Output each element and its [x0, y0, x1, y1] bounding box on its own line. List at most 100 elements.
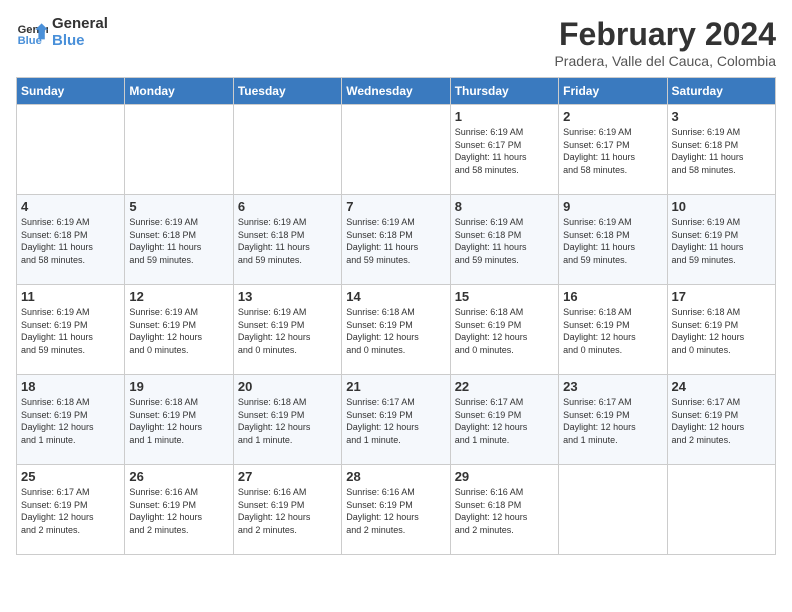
day-cell: 18 Sunrise: 6:18 AM Sunset: 6:19 PM Dayli…	[17, 375, 125, 465]
day-number: 4	[21, 199, 120, 214]
day-cell: 21 Sunrise: 6:17 AM Sunset: 6:19 PM Dayli…	[342, 375, 450, 465]
day-number: 25	[21, 469, 120, 484]
title-section: February 2024 Pradera, Valle del Cauca, …	[554, 16, 776, 69]
day-number: 7	[346, 199, 445, 214]
day-info: Sunrise: 6:19 AM Sunset: 6:17 PM Dayligh…	[563, 126, 662, 176]
day-info: Sunrise: 6:19 AM Sunset: 6:19 PM Dayligh…	[129, 306, 228, 356]
day-number: 28	[346, 469, 445, 484]
day-info: Sunrise: 6:17 AM Sunset: 6:19 PM Dayligh…	[672, 396, 771, 446]
day-number: 21	[346, 379, 445, 394]
logo: General Blue General Blue	[16, 16, 108, 49]
day-number: 23	[563, 379, 662, 394]
day-info: Sunrise: 6:19 AM Sunset: 6:18 PM Dayligh…	[129, 216, 228, 266]
day-info: Sunrise: 6:19 AM Sunset: 6:18 PM Dayligh…	[21, 216, 120, 266]
day-info: Sunrise: 6:16 AM Sunset: 6:19 PM Dayligh…	[346, 486, 445, 536]
day-number: 19	[129, 379, 228, 394]
day-info: Sunrise: 6:18 AM Sunset: 6:19 PM Dayligh…	[563, 306, 662, 356]
day-cell: 22 Sunrise: 6:17 AM Sunset: 6:19 PM Dayli…	[450, 375, 558, 465]
day-cell: 13Sunrise: 6:19 AM Sunset: 6:19 PM Dayli…	[233, 285, 341, 375]
day-cell: 19 Sunrise: 6:18 AM Sunset: 6:19 PM Dayli…	[125, 375, 233, 465]
day-info: Sunrise: 6:19 AM Sunset: 6:18 PM Dayligh…	[672, 126, 771, 176]
day-number: 24	[672, 379, 771, 394]
day-info: Sunrise: 6:17 AM Sunset: 6:19 PM Dayligh…	[455, 396, 554, 446]
day-cell: 7 Sunrise: 6:19 AM Sunset: 6:18 PM Daylig…	[342, 195, 450, 285]
day-info: Sunrise: 6:19 AM Sunset: 6:18 PM Dayligh…	[238, 216, 337, 266]
header-row: SundayMondayTuesdayWednesdayThursdayFrid…	[17, 78, 776, 105]
day-number: 20	[238, 379, 337, 394]
day-cell	[559, 465, 667, 555]
day-number: 17	[672, 289, 771, 304]
day-cell: 3 Sunrise: 6:19 AM Sunset: 6:18 PM Daylig…	[667, 105, 775, 195]
day-number: 1	[455, 109, 554, 124]
day-info: Sunrise: 6:18 AM Sunset: 6:19 PM Dayligh…	[21, 396, 120, 446]
day-cell: 29 Sunrise: 6:16 AM Sunset: 6:18 PM Dayli…	[450, 465, 558, 555]
day-info: Sunrise: 6:18 AM Sunset: 6:19 PM Dayligh…	[672, 306, 771, 356]
day-info: Sunrise: 6:19 AM Sunset: 6:18 PM Dayligh…	[455, 216, 554, 266]
day-info: Sunrise: 6:18 AM Sunset: 6:19 PM Dayligh…	[455, 306, 554, 356]
calendar-table: SundayMondayTuesdayWednesdayThursdayFrid…	[16, 77, 776, 555]
day-number: 6	[238, 199, 337, 214]
day-number: 27	[238, 469, 337, 484]
day-number: 12	[129, 289, 228, 304]
day-cell: 24 Sunrise: 6:17 AM Sunset: 6:19 PM Dayli…	[667, 375, 775, 465]
col-header-friday: Friday	[559, 78, 667, 105]
logo-line2: Blue	[52, 33, 108, 50]
day-number: 8	[455, 199, 554, 214]
week-row-3: 11 Sunrise: 6:19 AM Sunset: 6:19 PM Dayli…	[17, 285, 776, 375]
day-cell: 4 Sunrise: 6:19 AM Sunset: 6:18 PM Daylig…	[17, 195, 125, 285]
day-info: Sunrise: 6:18 AM Sunset: 6:19 PM Dayligh…	[346, 306, 445, 356]
day-cell	[342, 105, 450, 195]
day-cell: 2 Sunrise: 6:19 AM Sunset: 6:17 PM Daylig…	[559, 105, 667, 195]
day-number: 10	[672, 199, 771, 214]
day-cell: 11Sunrise: 6:19 AM Sunset: 6:19 PM Dayli…	[17, 285, 125, 375]
day-cell: 15 Sunrise: 6:18 AM Sunset: 6:19 PM Dayli…	[450, 285, 558, 375]
header: General Blue General Blue February 2024 …	[16, 16, 776, 69]
day-cell: 14Sunrise: 6:18 AM Sunset: 6:19 PM Dayli…	[342, 285, 450, 375]
day-number: 11	[21, 289, 120, 304]
col-header-wednesday: Wednesday	[342, 78, 450, 105]
day-info: Sunrise: 6:19 AM Sunset: 6:18 PM Dayligh…	[346, 216, 445, 266]
day-cell: 16 Sunrise: 6:18 AM Sunset: 6:19 PM Dayli…	[559, 285, 667, 375]
day-cell: 20 Sunrise: 6:18 AM Sunset: 6:19 PM Dayli…	[233, 375, 341, 465]
col-header-saturday: Saturday	[667, 78, 775, 105]
day-cell: 6 Sunrise: 6:19 AM Sunset: 6:18 PM Daylig…	[233, 195, 341, 285]
day-info: Sunrise: 6:16 AM Sunset: 6:19 PM Dayligh…	[129, 486, 228, 536]
day-info: Sunrise: 6:19 AM Sunset: 6:18 PM Dayligh…	[563, 216, 662, 266]
day-info: Sunrise: 6:19 AM Sunset: 6:19 PM Dayligh…	[672, 216, 771, 266]
day-cell	[667, 465, 775, 555]
day-number: 3	[672, 109, 771, 124]
logo-line1: General	[52, 16, 108, 33]
day-info: Sunrise: 6:16 AM Sunset: 6:18 PM Dayligh…	[455, 486, 554, 536]
day-number: 13	[238, 289, 337, 304]
day-number: 29	[455, 469, 554, 484]
day-cell: 9 Sunrise: 6:19 AM Sunset: 6:18 PM Daylig…	[559, 195, 667, 285]
day-cell: 17 Sunrise: 6:18 AM Sunset: 6:19 PM Dayli…	[667, 285, 775, 375]
main-title: February 2024	[554, 16, 776, 53]
day-number: 9	[563, 199, 662, 214]
day-cell: 5Sunrise: 6:19 AM Sunset: 6:18 PM Daylig…	[125, 195, 233, 285]
day-number: 16	[563, 289, 662, 304]
day-cell: 23Sunrise: 6:17 AM Sunset: 6:19 PM Dayli…	[559, 375, 667, 465]
day-info: Sunrise: 6:18 AM Sunset: 6:19 PM Dayligh…	[129, 396, 228, 446]
day-cell	[17, 105, 125, 195]
day-number: 26	[129, 469, 228, 484]
day-cell: 28 Sunrise: 6:16 AM Sunset: 6:19 PM Dayli…	[342, 465, 450, 555]
col-header-tuesday: Tuesday	[233, 78, 341, 105]
day-cell: 26 Sunrise: 6:16 AM Sunset: 6:19 PM Dayli…	[125, 465, 233, 555]
day-number: 18	[21, 379, 120, 394]
day-info: Sunrise: 6:19 AM Sunset: 6:17 PM Dayligh…	[455, 126, 554, 176]
day-cell: 10 Sunrise: 6:19 AM Sunset: 6:19 PM Dayli…	[667, 195, 775, 285]
week-row-5: 25 Sunrise: 6:17 AM Sunset: 6:19 PM Dayli…	[17, 465, 776, 555]
day-number: 22	[455, 379, 554, 394]
day-cell: 12 Sunrise: 6:19 AM Sunset: 6:19 PM Dayli…	[125, 285, 233, 375]
day-info: Sunrise: 6:18 AM Sunset: 6:19 PM Dayligh…	[238, 396, 337, 446]
day-cell	[233, 105, 341, 195]
day-number: 15	[455, 289, 554, 304]
day-cell: 27Sunrise: 6:16 AM Sunset: 6:19 PM Dayli…	[233, 465, 341, 555]
day-cell: 1 Sunrise: 6:19 AM Sunset: 6:17 PM Daylig…	[450, 105, 558, 195]
day-info: Sunrise: 6:17 AM Sunset: 6:19 PM Dayligh…	[346, 396, 445, 446]
day-number: 2	[563, 109, 662, 124]
week-row-4: 18 Sunrise: 6:18 AM Sunset: 6:19 PM Dayli…	[17, 375, 776, 465]
day-info: Sunrise: 6:17 AM Sunset: 6:19 PM Dayligh…	[21, 486, 120, 536]
week-row-1: 1 Sunrise: 6:19 AM Sunset: 6:17 PM Daylig…	[17, 105, 776, 195]
